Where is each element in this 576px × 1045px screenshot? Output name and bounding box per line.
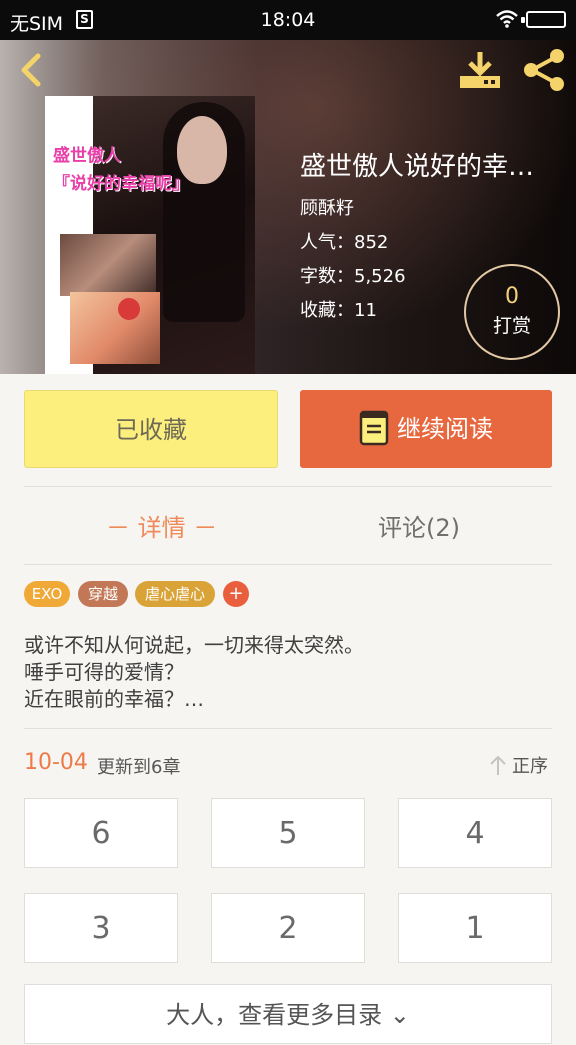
sort-toggle[interactable]: 正序: [488, 752, 548, 778]
description-line: 近在眼前的幸福？…: [24, 687, 204, 711]
divider: [24, 564, 552, 565]
tip-button[interactable]: 0 打赏: [464, 264, 560, 360]
book-description[interactable]: 或许不知从何说起，一切来得太突然。 唾手可得的爱情？ 近在眼前的幸福？…: [24, 632, 552, 713]
update-text: 更新到6章: [97, 757, 181, 778]
cover-title-line: 『说好的幸福呢』: [53, 174, 189, 194]
share-icon[interactable]: [520, 48, 568, 92]
battery-icon: [521, 11, 566, 28]
chapter-button[interactable]: 5: [211, 798, 365, 868]
cover-title-line: 盛世傲人: [53, 146, 121, 166]
favorites-stat: 收藏：11: [300, 300, 377, 321]
tag[interactable]: 虐心虐心: [135, 581, 215, 607]
tab-comments[interactable]: 评论(2): [378, 508, 460, 543]
book-header: 盛世傲人 『说好的幸福呢』 盛世傲人说好的幸… 顾酥籽 人气：852 字数：5,…: [0, 40, 576, 374]
sort-label: 正序: [512, 756, 548, 777]
status-time: 18:04: [260, 9, 316, 31]
wifi-icon: [496, 10, 518, 28]
divider: [24, 728, 552, 729]
status-bar: 无SIM S 18:04: [0, 0, 576, 40]
update-date: 10-04: [24, 750, 88, 775]
more-catalog-button[interactable]: 大人，查看更多目录 ⌄: [24, 984, 552, 1044]
add-tag-button[interactable]: +: [223, 581, 249, 607]
tip-count: 0: [505, 284, 519, 309]
chapter-button[interactable]: 6: [24, 798, 178, 868]
popularity-stat: 人气：852: [300, 232, 389, 253]
cover-photo: [70, 292, 160, 364]
cover-photo: [60, 234, 156, 296]
description-line: 唾手可得的爱情？: [24, 660, 184, 684]
chapter-button[interactable]: 4: [398, 798, 552, 868]
tab-details[interactable]: － 详情 －: [106, 508, 217, 543]
book-cover[interactable]: 盛世傲人 『说好的幸福呢』: [45, 96, 255, 374]
book-author[interactable]: 顾酥籽: [300, 194, 354, 220]
continue-reading-button[interactable]: 继续阅读: [300, 390, 552, 468]
arrow-up-icon: [490, 755, 506, 775]
back-icon[interactable]: [14, 50, 50, 90]
description-line: 或许不知从何说起，一切来得太突然。: [24, 633, 364, 657]
book-icon: [359, 410, 389, 446]
continue-reading-label: 继续阅读: [397, 415, 493, 443]
divider: [24, 486, 552, 487]
chapter-button[interactable]: 2: [211, 893, 365, 963]
word-count-stat: 字数：5,526: [300, 266, 406, 287]
tag[interactable]: 穿越: [78, 581, 128, 607]
cover-title: 盛世傲人 『说好的幸福呢』: [53, 142, 189, 198]
tag[interactable]: EXO: [24, 581, 70, 607]
favorited-button[interactable]: 已收藏: [24, 390, 278, 468]
tip-label: 打赏: [492, 315, 531, 337]
chapter-button[interactable]: 3: [24, 893, 178, 963]
download-icon[interactable]: [458, 50, 502, 90]
book-title: 盛世傲人说好的幸…: [300, 152, 535, 182]
chapter-button[interactable]: 1: [398, 893, 552, 963]
